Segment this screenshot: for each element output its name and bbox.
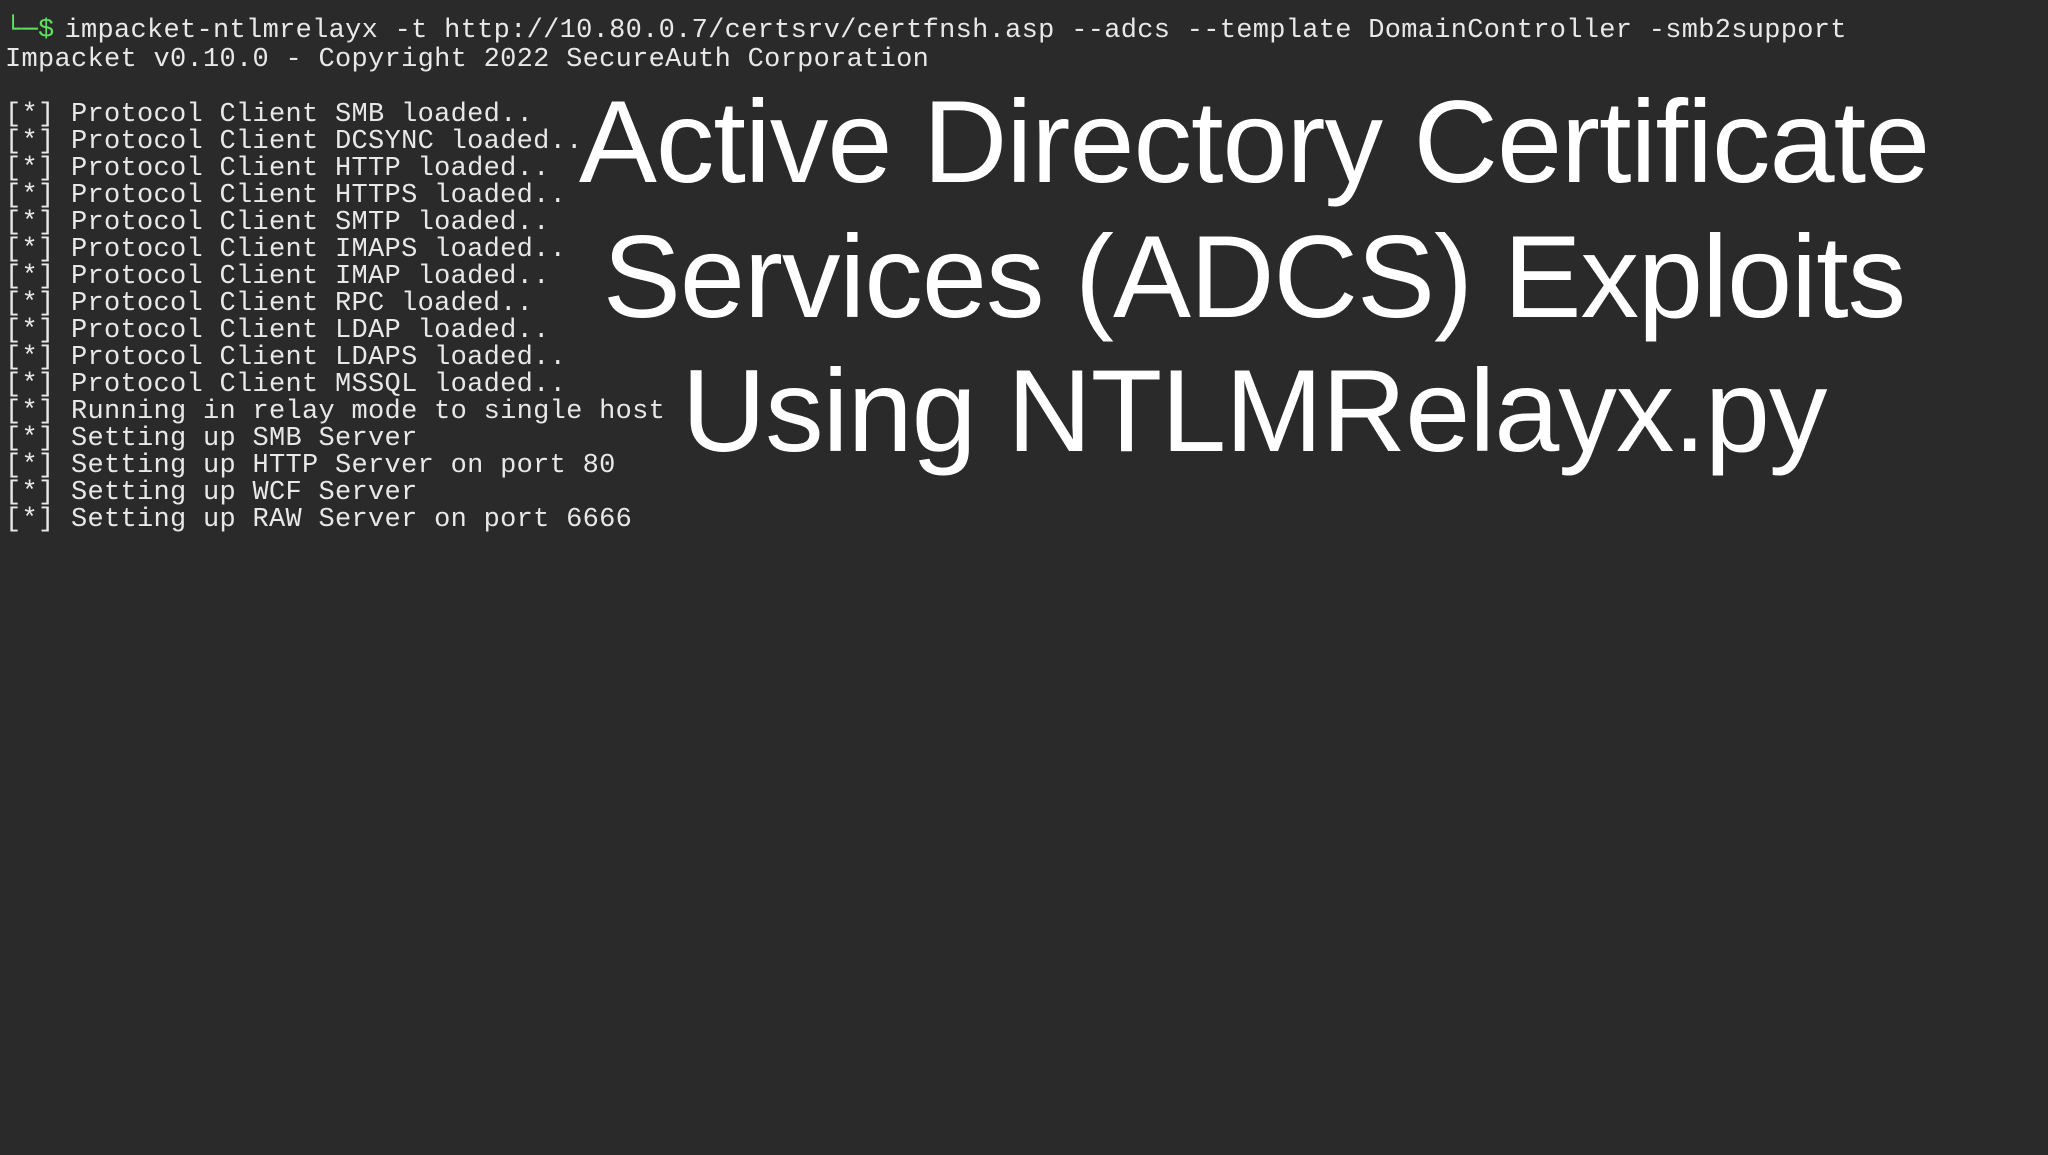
prompt-dollar: $ [38, 18, 55, 45]
prompt-prefix: └─ [5, 18, 38, 45]
version-line: Impacket v0.10.0 - Copyright 2022 Secure… [5, 47, 2048, 74]
output-line: [*] Setting up WCF Server [5, 480, 2048, 507]
command-text: impacket-ntlmrelayx -t http://10.80.0.7/… [65, 18, 1847, 45]
command-prompt-line: └─$ impacket-ntlmrelayx -t http://10.80.… [5, 18, 2048, 45]
overlay-title: Active Directory Certificate Services (A… [540, 75, 1968, 479]
output-line: [*] Setting up RAW Server on port 6666 [5, 507, 2048, 534]
